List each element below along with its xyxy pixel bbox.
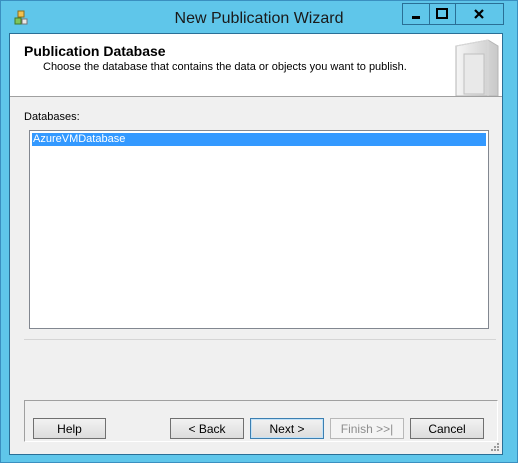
databases-listbox[interactable]: AzureVMDatabase — [29, 130, 489, 329]
maximize-icon — [436, 8, 448, 19]
title-bar[interactable]: New Publication Wizard — [1, 1, 517, 33]
finish-button: Finish >>| — [330, 418, 404, 439]
resize-grip-icon[interactable] — [490, 442, 500, 452]
maximize-button[interactable] — [430, 3, 456, 25]
close-button[interactable] — [456, 3, 504, 25]
databases-label: Databases: — [24, 111, 80, 123]
database-illustration-icon — [455, 39, 499, 96]
close-icon — [474, 9, 484, 19]
database-list-item[interactable]: AzureVMDatabase — [32, 133, 486, 146]
wizard-body: Publication Database Choose the database… — [9, 33, 503, 455]
next-button[interactable]: Next > — [250, 418, 324, 439]
page-title: Publication Database — [24, 43, 166, 59]
minimize-icon — [412, 16, 420, 19]
minimize-button[interactable] — [402, 3, 430, 25]
divider — [24, 339, 496, 340]
back-button[interactable]: < Back — [170, 418, 244, 439]
wizard-header: Publication Database Choose the database… — [10, 34, 502, 97]
page-subtitle: Choose the database that contains the da… — [43, 61, 407, 73]
help-button[interactable]: Help — [33, 418, 106, 439]
cancel-button[interactable]: Cancel — [410, 418, 484, 439]
wizard-window: New Publication Wizard Publication Datab… — [0, 0, 518, 463]
